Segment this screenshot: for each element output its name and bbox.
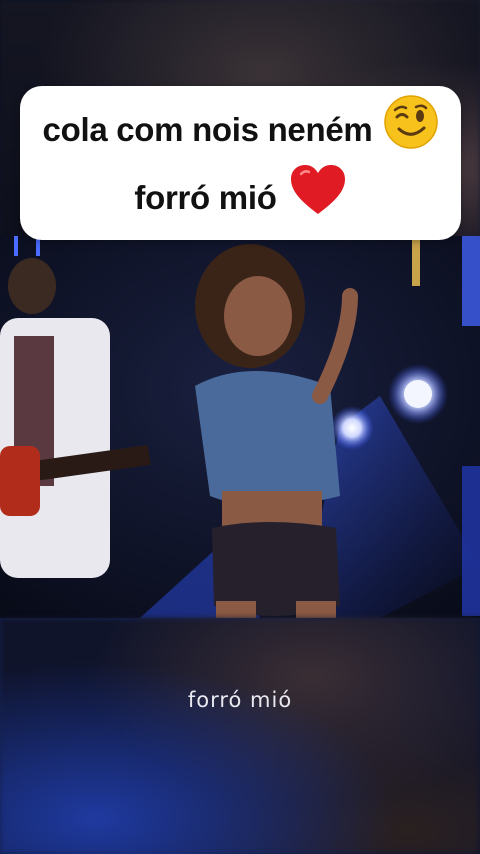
caption-line-2: forró mió xyxy=(134,164,346,231)
stage-scene-image xyxy=(0,236,480,618)
caption-line-1: cola com nois neném xyxy=(43,95,439,164)
video-subtitle: forró mió xyxy=(187,688,293,712)
video-scene xyxy=(0,236,480,618)
caption-line-2-text: forró mió xyxy=(134,178,277,216)
blurred-bottom-background xyxy=(0,618,480,854)
red-heart-icon xyxy=(289,164,347,231)
caption-card: cola com nois neném forró mió xyxy=(20,86,461,240)
video-frame[interactable]: cola com nois neném forró mió forró mió xyxy=(0,0,480,854)
caption-line-1-text: cola com nois neném xyxy=(42,110,373,148)
winking-face-icon xyxy=(384,95,439,164)
